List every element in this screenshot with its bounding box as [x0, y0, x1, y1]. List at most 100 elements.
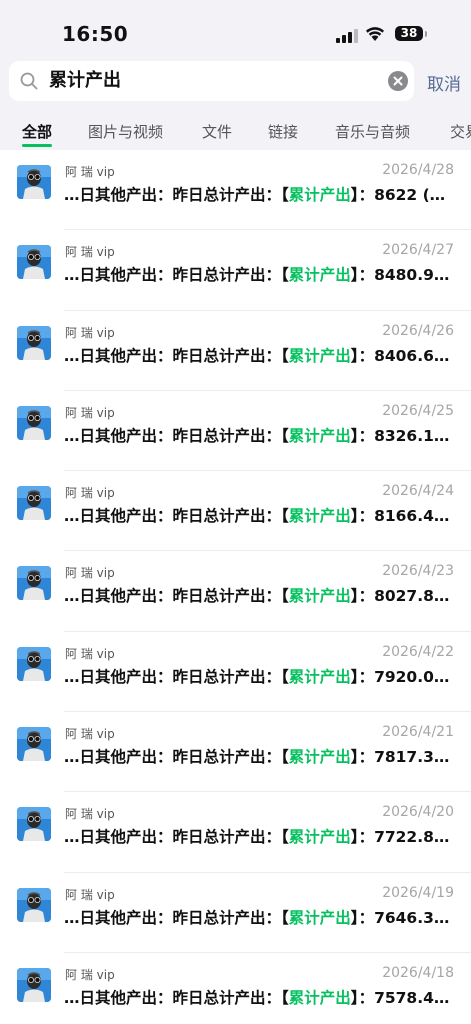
tab-links[interactable]: 链接	[268, 121, 298, 142]
snippet-suffix: ：7646.3…	[358, 908, 450, 927]
filter-tabs: 全部 图片与视频 文件 链接 音乐与音频 交易	[0, 118, 471, 148]
result-item[interactable]: 阿 瑞 vip 2026/4/25 …日其他产出：昨日总计产出：【累计产出】：8…	[0, 391, 471, 472]
message-snippet: …日其他产出：昨日总计产出：【累计产出】：7920.0…	[64, 665, 459, 687]
snippet-prefix: …日其他产出：昨日总计产出：	[64, 507, 282, 526]
highlighted-keyword: 累计产出	[288, 346, 351, 365]
snippet-bracket-left: 【	[281, 266, 289, 285]
snippet-bracket-left: 【	[281, 186, 289, 204]
message-date: 2026/4/28	[382, 162, 454, 178]
snippet-bracket-left: 【	[281, 667, 289, 686]
message-snippet: …日其他产出：昨日总计产出：【累计产出】：8480.9…	[64, 263, 459, 285]
sender-name: 阿 瑞 vip	[65, 967, 115, 982]
snippet-bracket-left: 【	[281, 828, 289, 847]
result-item[interactable]: 阿 瑞 vip 2026/4/26 …日其他产出：昨日总计产出：【累计产出】：8…	[0, 311, 471, 392]
search-input[interactable]: 累计产出	[49, 67, 121, 95]
avatar	[17, 486, 51, 521]
snippet-suffix: ：8406.6…	[358, 346, 450, 365]
avatar	[17, 646, 51, 681]
snippet-bracket-right: 】	[350, 186, 359, 204]
message-date: 2026/4/26	[382, 322, 454, 339]
result-item[interactable]: 阿 瑞 vip 2026/4/28 …日其他产出：昨日总计产出：【累计产出】：8…	[0, 150, 471, 231]
snippet-suffix: ：7920.0…	[358, 667, 450, 686]
snippet-suffix: ：8326.1…	[358, 426, 450, 445]
message-date: 2026/4/18	[382, 964, 454, 981]
snippet-suffix: ：8480.9…	[358, 266, 450, 285]
tab-all[interactable]: 全部	[22, 121, 52, 142]
avatar	[17, 807, 51, 842]
avatar	[17, 165, 51, 199]
snippet-suffix: ：7722.8…	[358, 828, 450, 847]
result-item[interactable]: 阿 瑞 vip 2026/4/18 …日其他产出：昨日总计产出：【累计产出】：7…	[0, 953, 471, 1024]
snippet-bracket-right: 】	[350, 507, 359, 526]
avatar	[17, 967, 51, 1002]
cancel-button[interactable]: 取消	[427, 70, 461, 95]
sender-name: 阿 瑞 vip	[65, 165, 115, 179]
cellular-signal-icon	[336, 29, 358, 43]
snippet-suffix: ：7817.3…	[358, 748, 450, 767]
clear-icon[interactable]	[388, 71, 408, 91]
search-results-list: 阿 瑞 vip 2026/4/28 …日其他产出：昨日总计产出：【累计产出】：8…	[0, 150, 471, 1024]
highlighted-keyword: 累计产出	[288, 507, 351, 526]
message-snippet: …日其他产出：昨日总计产出：【累计产出】：7578.4…	[64, 986, 459, 1008]
active-tab-indicator	[22, 144, 52, 147]
snippet-bracket-left: 【	[281, 988, 289, 1007]
snippet-bracket-left: 【	[281, 748, 289, 767]
snippet-bracket-right: 】	[350, 426, 359, 445]
snippet-bracket-left: 【	[281, 426, 289, 445]
result-item[interactable]: 阿 瑞 vip 2026/4/21 …日其他产出：昨日总计产出：【累计产出】：7…	[0, 712, 471, 793]
avatar	[17, 405, 51, 440]
result-item[interactable]: 阿 瑞 vip 2026/4/27 …日其他产出：昨日总计产出：【累计产出】：8…	[0, 230, 471, 311]
highlighted-keyword: 累计产出	[288, 988, 351, 1007]
avatar	[17, 887, 51, 922]
result-item[interactable]: 阿 瑞 vip 2026/4/19 …日其他产出：昨日总计产出：【累计产出】：7…	[0, 873, 471, 954]
message-snippet: …日其他产出：昨日总计产出：【累计产出】：8027.8…	[64, 584, 459, 606]
snippet-bracket-left: 【	[281, 507, 289, 526]
sender-name: 阿 瑞 vip	[65, 887, 115, 902]
tab-files[interactable]: 文件	[202, 121, 232, 142]
avatar	[17, 245, 51, 280]
search-icon	[20, 72, 38, 90]
search-bar[interactable]: 累计产出	[9, 61, 414, 101]
result-item[interactable]: 阿 瑞 vip 2026/4/22 …日其他产出：昨日总计产出：【累计产出】：7…	[0, 632, 471, 713]
sender-name: 阿 瑞 vip	[65, 566, 115, 581]
message-date: 2026/4/27	[382, 242, 454, 259]
result-item[interactable]: 阿 瑞 vip 2026/4/20 …日其他产出：昨日总计产出：【累计产出】：7…	[0, 792, 471, 873]
highlighted-keyword: 累计产出	[288, 426, 351, 445]
sender-name: 阿 瑞 vip	[65, 405, 115, 420]
snippet-suffix: ：7578.4…	[358, 988, 450, 1007]
result-item[interactable]: 阿 瑞 vip 2026/4/23 …日其他产出：昨日总计产出：【累计产出】：8…	[0, 551, 471, 633]
tab-images-videos[interactable]: 图片与视频	[88, 121, 163, 142]
snippet-prefix: …日其他产出：昨日总计产出：	[64, 828, 282, 847]
message-snippet: …日其他产出：昨日总计产出：【累计产出】：7722.8…	[64, 825, 459, 847]
wifi-icon	[366, 27, 384, 41]
highlighted-keyword: 累计产出	[288, 748, 351, 767]
tab-transactions[interactable]: 交易	[450, 121, 471, 142]
snippet-bracket-left: 【	[281, 908, 289, 927]
snippet-bracket-left: 【	[281, 587, 289, 606]
message-date: 2026/4/23	[382, 563, 454, 580]
sender-name: 阿 瑞 vip	[65, 807, 115, 822]
snippet-prefix: …日其他产出：昨日总计产出：	[64, 346, 282, 365]
avatar	[17, 566, 51, 601]
snippet-suffix: ：8166.4…	[358, 507, 450, 526]
snippet-bracket-right: 】	[350, 266, 359, 285]
snippet-prefix: …日其他产出：昨日总计产出：	[64, 266, 282, 285]
snippet-prefix: …日其他产出：昨日总计产出：	[64, 748, 282, 767]
snippet-prefix: …日其他产出：昨日总计产出：	[64, 988, 282, 1007]
snippet-prefix: …日其他产出：昨日总计产出：	[64, 908, 282, 927]
message-snippet: …日其他产出：昨日总计产出：【累计产出】：8622 (…	[64, 183, 459, 205]
snippet-bracket-left: 【	[281, 346, 289, 365]
message-snippet: …日其他产出：昨日总计产出：【累计产出】：8166.4…	[64, 504, 459, 526]
message-date: 2026/4/21	[382, 724, 454, 741]
status-time: 16:50	[62, 22, 129, 46]
message-date: 2026/4/19	[382, 884, 454, 901]
result-item[interactable]: 阿 瑞 vip 2026/4/24 …日其他产出：昨日总计产出：【累计产出】：8…	[0, 471, 471, 552]
message-date: 2026/4/25	[382, 402, 454, 419]
status-bar: 16:50 38	[0, 0, 471, 60]
snippet-bracket-right: 】	[350, 587, 359, 606]
sender-name: 阿 瑞 vip	[65, 646, 115, 661]
snippet-bracket-right: 】	[350, 748, 359, 767]
tab-music-audio[interactable]: 音乐与音频	[335, 121, 410, 142]
snippet-bracket-right: 】	[350, 828, 359, 847]
highlighted-keyword: 累计产出	[288, 266, 351, 285]
